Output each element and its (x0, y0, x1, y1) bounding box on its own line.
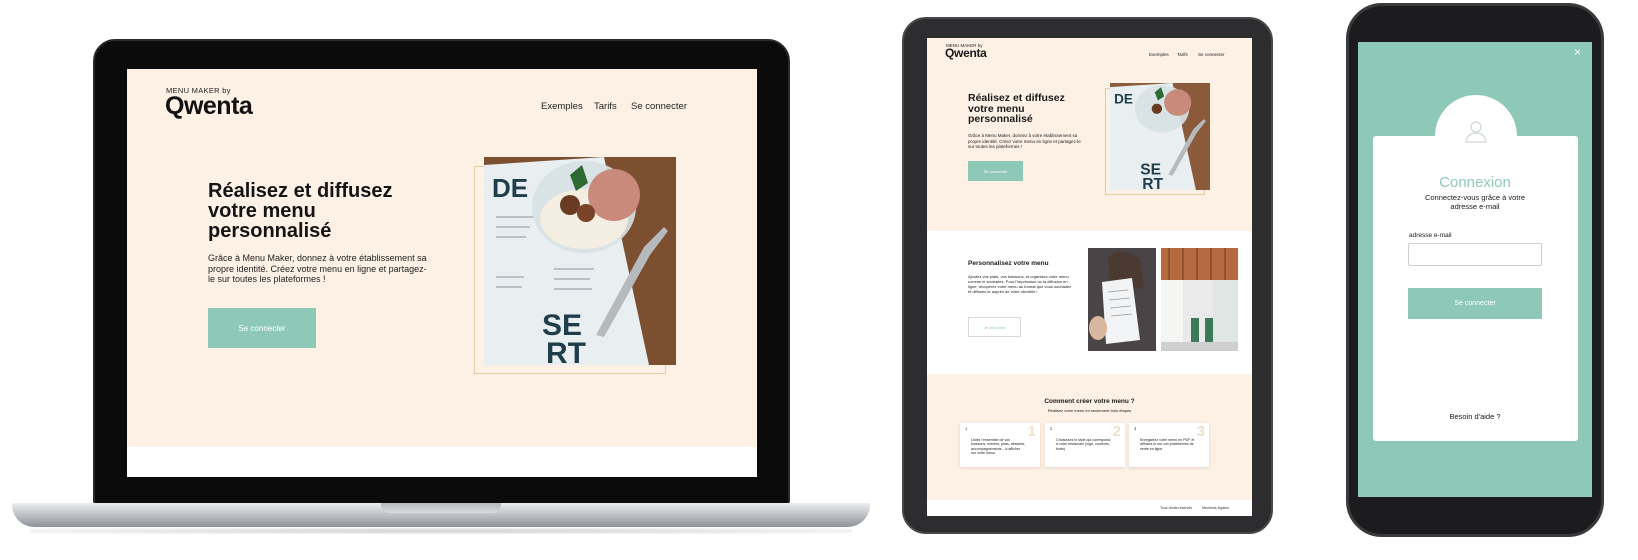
nav-link-examples[interactable]: Exemples (1149, 52, 1169, 57)
nav-link-examples[interactable]: Exemples (541, 101, 583, 112)
steps-subtitle: Réalisez votre menu en seulement trois é… (1047, 408, 1132, 413)
hero-login-button[interactable]: Se connecter (968, 161, 1023, 181)
hero-wave-divider (127, 447, 757, 477)
steps-title: Comment créer votre menu ? (1044, 398, 1135, 405)
step-text: Listez l'ensemble de vos boissons, entré… (971, 438, 1026, 455)
nav-link-pricing[interactable]: Tarifs (594, 101, 617, 112)
step-card: 1 1 Listez l'ensemble de vos boissons, e… (960, 423, 1040, 467)
laptop-notch (381, 503, 501, 513)
svg-text:RT: RT (1142, 176, 1163, 190)
step-number: 2 (1050, 426, 1053, 431)
nav-link-pricing[interactable]: Tarifs (1177, 52, 1188, 57)
hero-description: Grâce à Menu Maker, donnez à votre établ… (208, 253, 427, 284)
login-title: Connexion (1439, 174, 1511, 191)
login-submit-button[interactable]: Se connecter (1408, 288, 1542, 319)
footer-legal-link[interactable]: Mentions légales (1202, 506, 1229, 510)
email-field[interactable] (1408, 243, 1542, 266)
restaurant-interior-photo (1161, 248, 1238, 351)
hero-title: Réalisez et diffusez votre menu personna… (968, 92, 1065, 125)
laptop-screen: MENU MAKER by Qwenta Exemples Tarifs Se … (127, 69, 757, 477)
step-card: 2 2 Choisissez le style qui correspond à… (1045, 423, 1125, 467)
step-number: 1 (965, 426, 968, 431)
dessert-menu-photo: DE SE RT (1110, 83, 1210, 190)
svg-text:DE: DE (492, 173, 528, 203)
email-label: adresse e-mail (1409, 232, 1452, 239)
close-icon[interactable]: × (1574, 45, 1581, 59)
step-text: Enregistrez votre menu en PDF et diffuse… (1140, 438, 1195, 451)
footer-rights-link[interactable]: Tous droits réservés (1160, 506, 1192, 510)
menu-in-hands-photo (1088, 248, 1156, 351)
customize-title: Personnalisez votre menu (968, 260, 1049, 267)
phone-screen: × Connexion Connectez-vous grâce à votre… (1358, 42, 1592, 497)
step-big-number: 2 (1112, 423, 1121, 440)
hero-description: Grâce à Menu Maker, donnez à votre établ… (968, 133, 1081, 149)
brand-logo[interactable]: Qwenta (945, 46, 987, 60)
step-number: 3 (1134, 426, 1137, 431)
step-big-number: 1 (1027, 423, 1036, 440)
discover-button[interactable]: Je découvre (968, 317, 1021, 337)
hero-title: Réalisez et diffusez votre menu personna… (208, 180, 393, 242)
step-text: Choisissez le style qui correspond à vot… (1056, 438, 1111, 451)
hero-login-button[interactable]: Se connecter (208, 308, 316, 348)
dessert-menu-photo: DE SE RT (484, 157, 676, 365)
customize-description: Ajoutez vos plats, vos boissons, et orga… (968, 274, 1072, 294)
step-card: 3 3 Enregistrez votre menu en PDF et dif… (1129, 423, 1209, 467)
tablet-screen: MENU MAKER by Qwenta Exemples Tarifs Se … (927, 38, 1252, 516)
brand-logo[interactable]: Qwenta (165, 92, 253, 121)
svg-text:RT: RT (546, 337, 586, 365)
step-big-number: 3 (1196, 423, 1205, 440)
svg-text:DE: DE (1114, 92, 1133, 107)
help-link[interactable]: Besoin d'aide ? (1358, 412, 1592, 421)
nav-link-login[interactable]: Se connecter (631, 101, 687, 112)
user-icon (1465, 121, 1487, 143)
login-subtitle: Connectez-vous grâce à votre adresse e-m… (1424, 193, 1526, 211)
nav-link-login[interactable]: Se connecter (1198, 52, 1225, 57)
laptop-shadow (30, 528, 852, 534)
